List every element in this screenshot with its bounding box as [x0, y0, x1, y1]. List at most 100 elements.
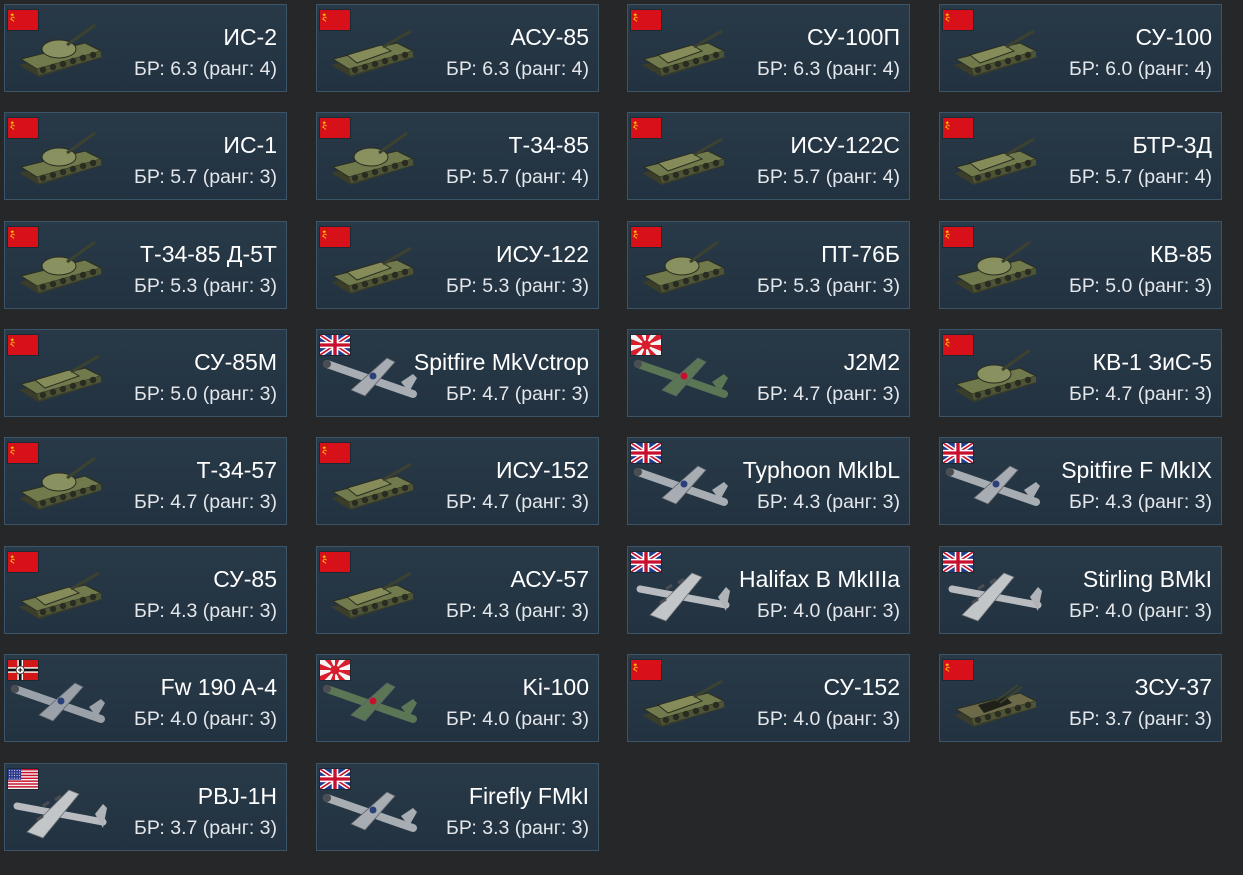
vehicle-card[interactable]: ИСУ-122 БР: 5.3 (ранг: 3) — [316, 221, 599, 309]
vehicle-name: СУ-152 — [823, 674, 901, 700]
vehicle-name: ИСУ-122С — [790, 132, 900, 158]
vehicle-name: КВ-85 — [1150, 241, 1212, 267]
vehicle-card[interactable]: Т-34-85 БР: 5.7 (ранг: 4) — [316, 112, 599, 200]
ussr-flag-icon — [630, 659, 662, 681]
vehicle-name: Spitfire F MkIX — [1061, 457, 1212, 483]
vehicle-battle-rating: БР: 4.7 (ранг: 3) — [757, 383, 900, 405]
ussr-flag-icon — [7, 117, 39, 139]
vehicle-battle-rating: БР: 5.7 (ранг: 4) — [757, 166, 900, 188]
ussr-flag-icon — [7, 551, 39, 573]
vehicle-card[interactable]: Stirling BMkI БР: 4.0 (ранг: 3) — [939, 546, 1222, 634]
vehicle-card[interactable]: ПТ-76Б БР: 5.3 (ранг: 3) — [627, 221, 910, 309]
vehicle-battle-rating: БР: 3.7 (ранг: 3) — [134, 817, 277, 839]
vehicle-card[interactable]: Т-34-57 БР: 4.7 (ранг: 3) — [4, 437, 287, 525]
vehicle-name: Halifax B MkIIIa — [738, 566, 900, 592]
vehicle-battle-rating: БР: 5.0 (ранг: 3) — [134, 383, 277, 405]
vehicle-card[interactable]: ИСУ-122С БР: 5.7 (ранг: 4) — [627, 112, 910, 200]
vehicle-card[interactable]: Т-34-85 Д-5Т БР: 5.3 (ранг: 3) — [4, 221, 287, 309]
vehicle-card[interactable]: СУ-85 БР: 4.3 (ранг: 3) — [4, 546, 287, 634]
vehicle-card[interactable]: СУ-85М БР: 5.0 (ранг: 3) — [4, 329, 287, 417]
vehicle-card[interactable]: Typhoon MkIbL БР: 4.3 (ранг: 3) — [627, 437, 910, 525]
vehicle-name: Firefly FMkI — [468, 783, 589, 809]
uk-flag-icon — [942, 442, 974, 464]
vehicle-name: Т-34-85 — [508, 132, 589, 158]
vehicle-card[interactable]: СУ-152 БР: 4.0 (ранг: 3) — [627, 654, 910, 742]
vehicle-battle-rating: БР: 4.7 (ранг: 3) — [134, 491, 277, 513]
vehicle-name: СУ-85 — [213, 566, 277, 592]
ussr-flag-icon — [630, 9, 662, 31]
uk-flag-icon — [942, 551, 974, 573]
vehicle-name: Typhoon MkIbL — [742, 457, 900, 483]
vehicle-card[interactable]: Fw 190 A-4 БР: 4.0 (ранг: 3) — [4, 654, 287, 742]
vehicle-battle-rating: БР: 4.7 (ранг: 3) — [446, 491, 589, 513]
ussr-flag-icon — [942, 226, 974, 248]
vehicle-battle-rating: БР: 3.3 (ранг: 3) — [446, 817, 589, 839]
vehicle-battle-rating: БР: 4.3 (ранг: 3) — [757, 491, 900, 513]
vehicle-name: ИС-1 — [223, 132, 277, 158]
vehicle-battle-rating: БР: 6.0 (ранг: 4) — [1069, 58, 1212, 80]
ussr-flag-icon — [942, 117, 974, 139]
vehicle-name: СУ-100П — [806, 24, 900, 50]
vehicle-name: ПТ-76Б — [821, 241, 900, 267]
ussr-flag-icon — [319, 226, 351, 248]
vehicle-battle-rating: БР: 4.3 (ранг: 3) — [446, 600, 589, 622]
vehicle-card[interactable]: Ki-100 БР: 4.0 (ранг: 3) — [316, 654, 599, 742]
vehicle-battle-rating: БР: 4.0 (ранг: 3) — [757, 708, 900, 730]
vehicle-card[interactable]: СУ-100П БР: 6.3 (ранг: 4) — [627, 4, 910, 92]
vehicle-name: Fw 190 A-4 — [160, 674, 277, 700]
ussr-flag-icon — [942, 9, 974, 31]
vehicle-card[interactable]: Halifax B MkIIIa БР: 4.0 (ранг: 3) — [627, 546, 910, 634]
ussr-flag-icon — [942, 334, 974, 356]
germany-flag-icon — [7, 659, 39, 681]
vehicle-card[interactable]: АСУ-85 БР: 6.3 (ранг: 4) — [316, 4, 599, 92]
vehicle-name: КВ-1 ЗиС-5 — [1092, 349, 1212, 375]
vehicle-battle-rating: БР: 5.7 (ранг: 4) — [446, 166, 589, 188]
vehicle-battle-rating: БР: 5.7 (ранг: 3) — [134, 166, 277, 188]
vehicle-card[interactable]: СУ-100 БР: 6.0 (ранг: 4) — [939, 4, 1222, 92]
ussr-flag-icon — [7, 442, 39, 464]
vehicle-name: ЗСУ-37 — [1134, 674, 1212, 700]
vehicle-battle-rating: БР: 4.3 (ранг: 3) — [1069, 491, 1212, 513]
vehicle-battle-rating: БР: 4.3 (ранг: 3) — [134, 600, 277, 622]
ussr-flag-icon — [319, 9, 351, 31]
vehicle-name: J2M2 — [843, 349, 900, 375]
vehicle-card[interactable]: Spitfire MkVctrop БР: 4.7 (ранг: 3) — [316, 329, 599, 417]
japan-flag-icon — [319, 659, 351, 681]
vehicle-name: АСУ-85 — [510, 24, 589, 50]
ussr-flag-icon — [942, 659, 974, 681]
japan-flag-icon — [630, 334, 662, 356]
vehicle-card[interactable]: ИСУ-152 БР: 4.7 (ранг: 3) — [316, 437, 599, 525]
vehicle-name: ИС-2 — [223, 24, 277, 50]
vehicle-card[interactable]: ИС-2 БР: 6.3 (ранг: 4) — [4, 4, 287, 92]
vehicle-name: СУ-85М — [194, 349, 277, 375]
ussr-flag-icon — [7, 334, 39, 356]
vehicle-name: ИСУ-122 — [495, 241, 589, 267]
vehicle-card[interactable]: АСУ-57 БР: 4.3 (ранг: 3) — [316, 546, 599, 634]
vehicle-battle-rating: БР: 4.7 (ранг: 3) — [1069, 383, 1212, 405]
ussr-flag-icon — [630, 226, 662, 248]
vehicle-name: Ki-100 — [522, 674, 589, 700]
vehicle-battle-rating: БР: 4.0 (ранг: 3) — [446, 708, 589, 730]
vehicle-name: Т-34-57 — [196, 457, 277, 483]
ussr-flag-icon — [7, 9, 39, 31]
ussr-flag-icon — [7, 226, 39, 248]
vehicle-card[interactable]: J2M2 БР: 4.7 (ранг: 3) — [627, 329, 910, 417]
vehicle-name: СУ-100 — [1135, 24, 1213, 50]
vehicle-name: PBJ-1H — [197, 783, 277, 809]
uk-flag-icon — [319, 768, 351, 790]
vehicle-card[interactable]: Spitfire F MkIX БР: 4.3 (ранг: 3) — [939, 437, 1222, 525]
vehicle-battle-rating: БР: 6.3 (ранг: 4) — [134, 58, 277, 80]
vehicle-card[interactable]: Firefly FMkI БР: 3.3 (ранг: 3) — [316, 763, 599, 851]
vehicle-name: ИСУ-152 — [495, 457, 589, 483]
ussr-flag-icon — [319, 551, 351, 573]
vehicle-battle-rating: БР: 5.3 (ранг: 3) — [134, 275, 277, 297]
vehicle-battle-rating: БР: 4.0 (ранг: 3) — [134, 708, 277, 730]
vehicle-name: АСУ-57 — [510, 566, 589, 592]
vehicle-card[interactable]: PBJ-1H БР: 3.7 (ранг: 3) — [4, 763, 287, 851]
vehicle-card[interactable]: КВ-1 ЗиС-5 БР: 4.7 (ранг: 3) — [939, 329, 1222, 417]
vehicle-card[interactable]: БТР-3Д БР: 5.7 (ранг: 4) — [939, 112, 1222, 200]
vehicle-card[interactable]: КВ-85 БР: 5.0 (ранг: 3) — [939, 221, 1222, 309]
vehicle-card[interactable]: ИС-1 БР: 5.7 (ранг: 3) — [4, 112, 287, 200]
uk-flag-icon — [319, 334, 351, 356]
vehicle-card[interactable]: ЗСУ-37 БР: 3.7 (ранг: 3) — [939, 654, 1222, 742]
